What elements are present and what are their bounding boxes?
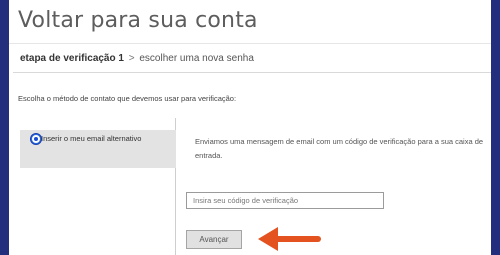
breadcrumb-next-step: escolher uma nova senha [139, 53, 254, 64]
option-alternate-email-label: Inserir o meu email alternativo [41, 134, 142, 143]
verification-code-input[interactable] [186, 192, 384, 209]
arrow-left-icon [258, 227, 321, 251]
breadcrumb-divider [13, 72, 491, 73]
contact-options-list: Inserir o meu email alternativo [20, 118, 176, 255]
option-alternate-email[interactable]: Inserir o meu email alternativo [20, 130, 176, 168]
breadcrumb-separator: > [128, 53, 135, 64]
breadcrumb-current-step: etapa de verificação 1 [20, 53, 124, 64]
contact-method-instruction: Escolha o método de contato que devemos … [18, 94, 237, 103]
advance-button[interactable]: Avançar [186, 230, 242, 249]
radio-selected-icon[interactable] [31, 134, 41, 144]
recovery-panel: Voltar para sua conta etapa de verificaç… [9, 0, 491, 255]
verification-details: Enviamos uma mensagem de email com um có… [195, 135, 485, 163]
breadcrumb: etapa de verificação 1 > escolher uma no… [20, 53, 254, 64]
page-title: Voltar para sua conta [18, 8, 258, 33]
title-divider [9, 43, 491, 44]
screenshot-frame: Voltar para sua conta etapa de verificaç… [0, 0, 500, 255]
verification-message: Enviamos uma mensagem de email com um có… [195, 137, 484, 160]
